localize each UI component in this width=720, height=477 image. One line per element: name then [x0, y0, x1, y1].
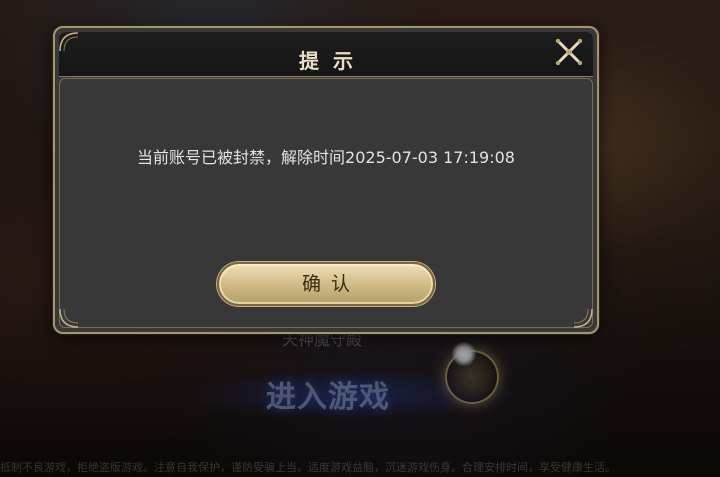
ban-message: 当前账号已被封禁，解除时间2025-07-03 17:19:08 [137, 148, 515, 167]
notice-dialog: 提示 当前账号已被封禁，解除时间2025-07-03 17:19:08 确认 [53, 26, 599, 334]
corner-ornament-icon [573, 308, 593, 328]
corner-ornament-icon [59, 308, 79, 328]
corner-ornament-icon [59, 32, 79, 52]
dialog-title: 提示 [299, 49, 367, 73]
dialog-header: 提示 [59, 32, 593, 77]
confirm-button[interactable]: 确认 [217, 262, 435, 306]
close-icon[interactable] [553, 36, 585, 68]
